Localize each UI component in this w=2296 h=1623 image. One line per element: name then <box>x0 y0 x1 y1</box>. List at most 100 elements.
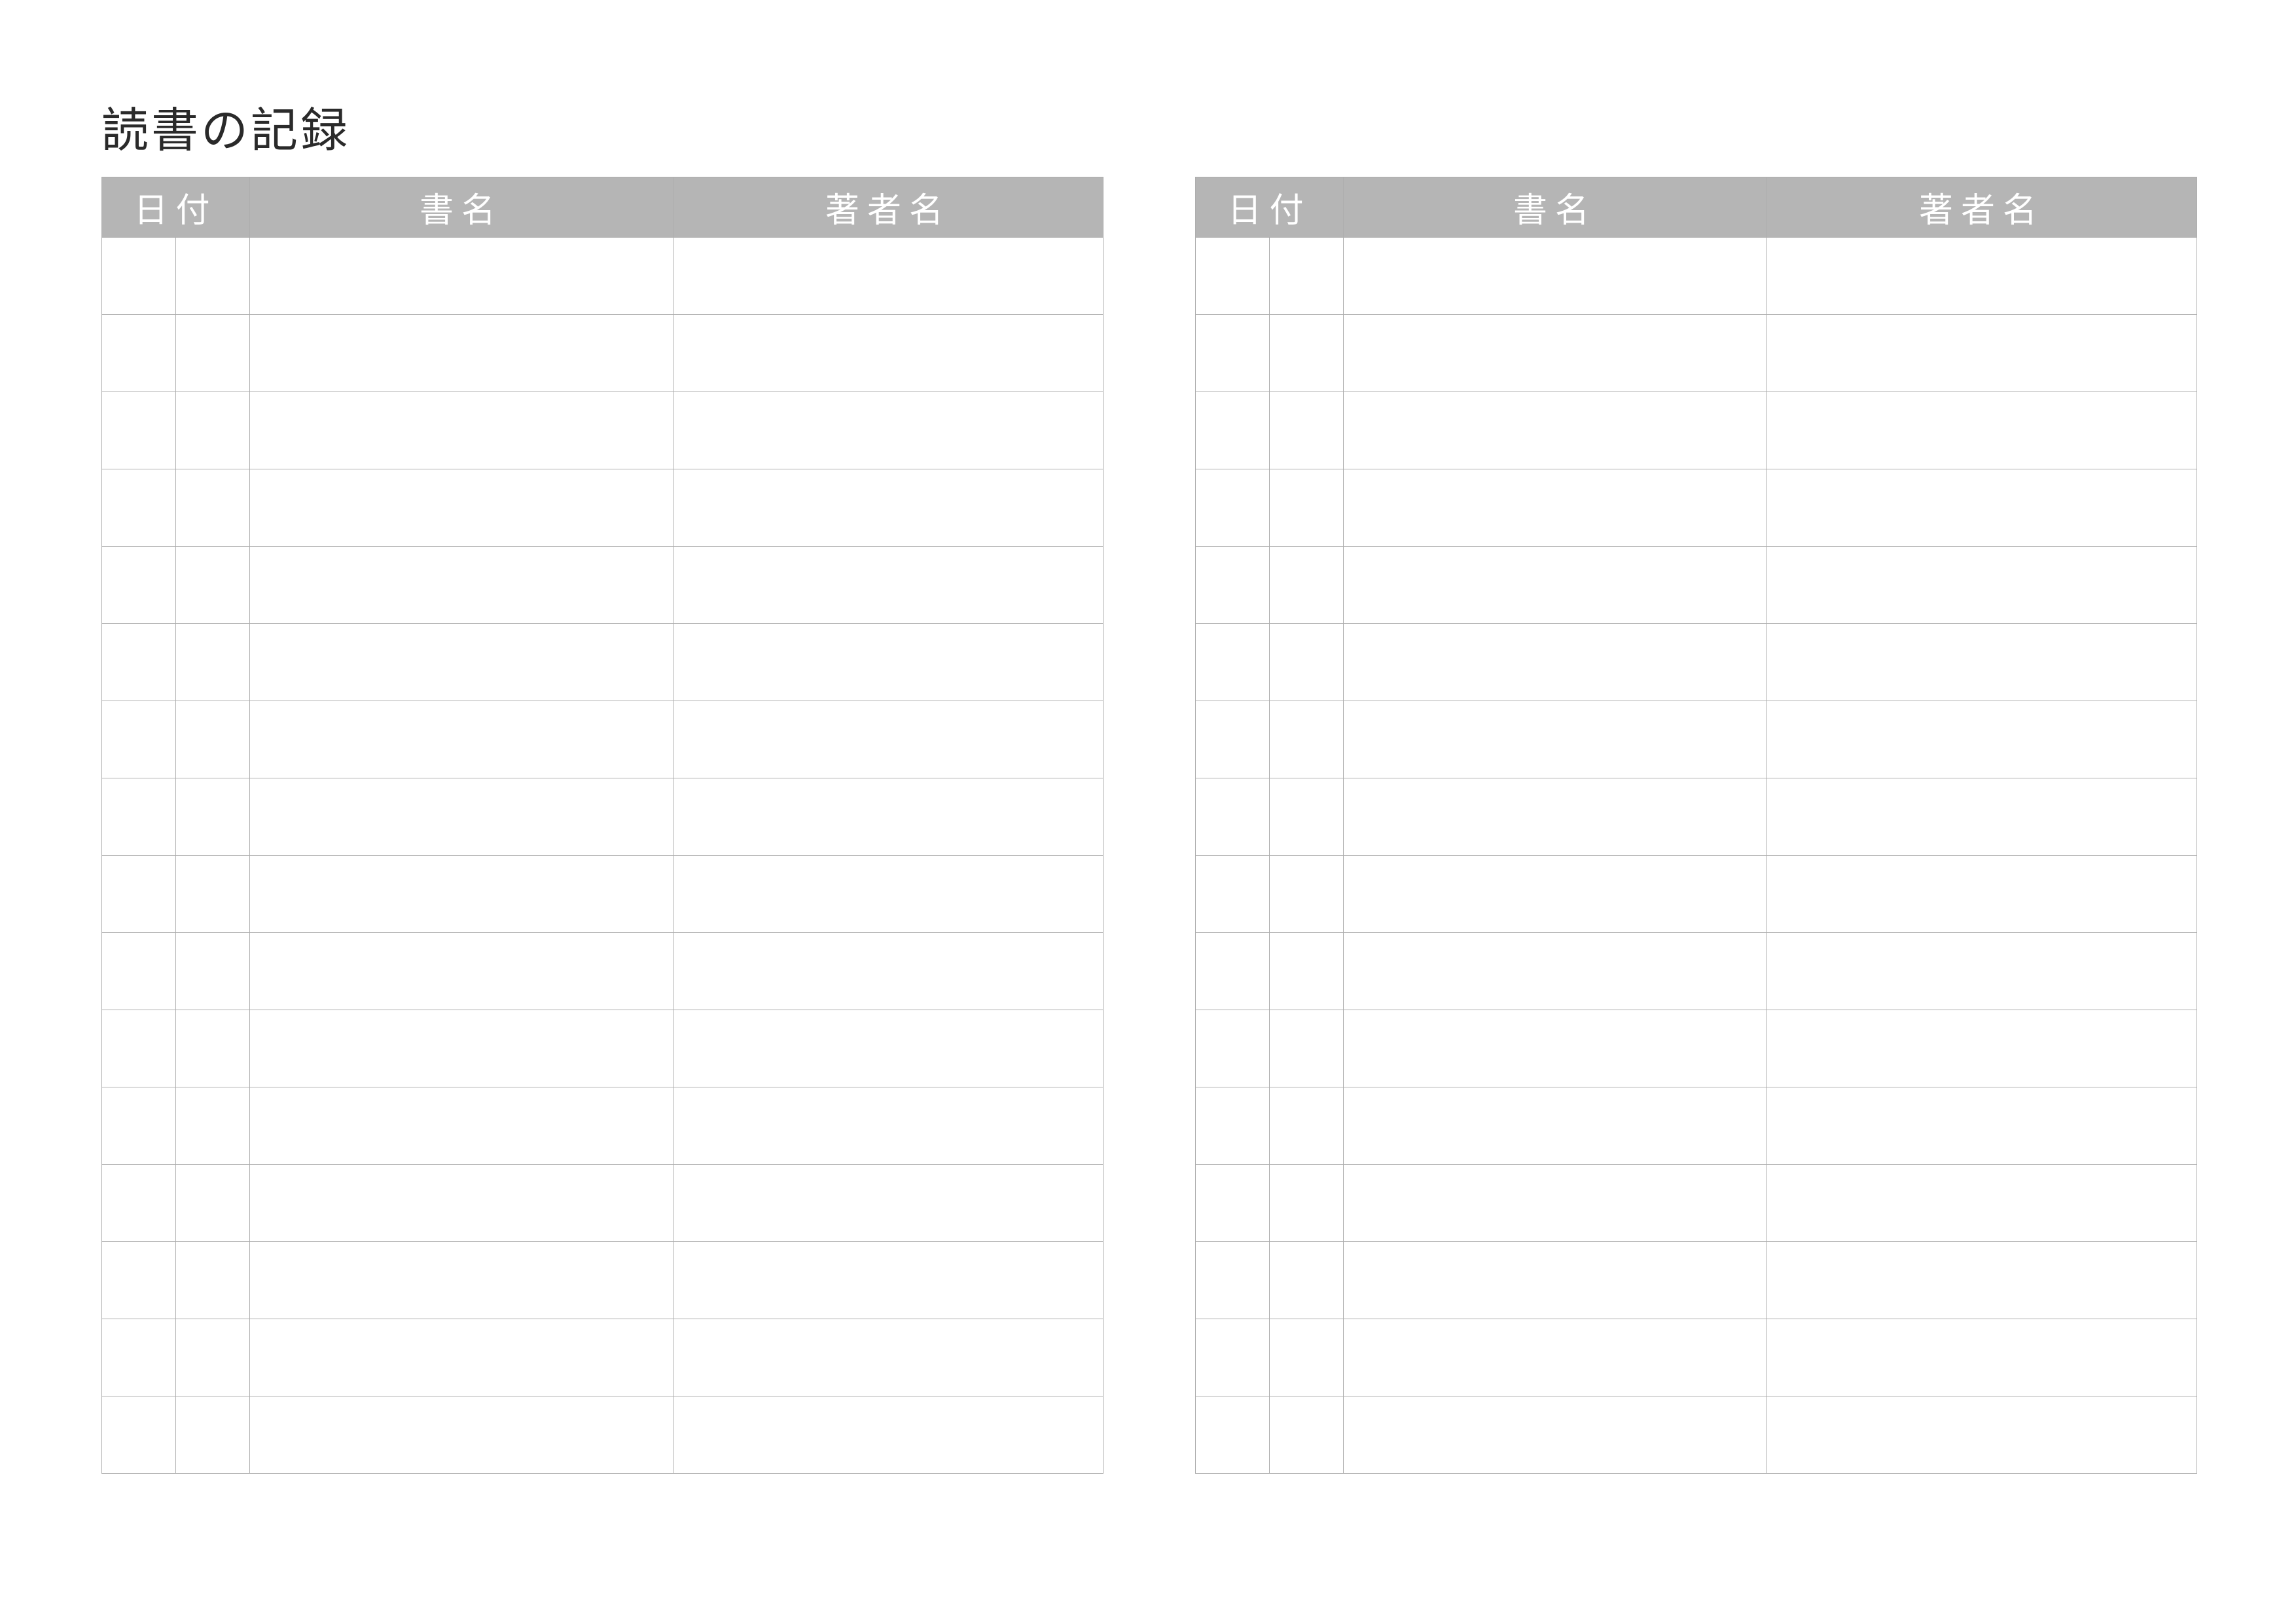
cell-author <box>673 238 1103 315</box>
cell-author <box>1767 1010 2197 1087</box>
cell-author <box>673 469 1103 547</box>
cell-date-b <box>176 392 250 469</box>
cell-date-a <box>1196 392 1270 469</box>
cell-date-a <box>102 1165 176 1242</box>
cell-author <box>1767 469 2197 547</box>
cell-title <box>1344 1319 1767 1396</box>
page-title: 読書の記録 <box>101 92 2198 160</box>
table-row <box>102 1396 1103 1474</box>
cell-title <box>1344 856 1767 933</box>
table-row <box>102 1087 1103 1165</box>
table-row <box>1196 1242 2197 1319</box>
table-row <box>102 624 1103 701</box>
cell-author <box>1767 778 2197 856</box>
cell-date-a <box>102 1396 176 1474</box>
cell-author <box>673 1010 1103 1087</box>
table-row <box>102 1010 1103 1087</box>
cell-title <box>250 701 673 778</box>
cell-date-a <box>102 624 176 701</box>
cell-author <box>673 315 1103 392</box>
cell-date-b <box>176 1242 250 1319</box>
cell-author <box>1767 701 2197 778</box>
cell-date-b <box>176 547 250 624</box>
cell-date-a <box>102 1242 176 1319</box>
cell-date-a <box>102 1010 176 1087</box>
cell-title <box>250 778 673 856</box>
cell-date-b <box>176 1010 250 1087</box>
cell-author <box>673 1319 1103 1396</box>
cell-date-a <box>1196 315 1270 392</box>
cell-author <box>673 547 1103 624</box>
cell-date-b <box>176 701 250 778</box>
cell-title <box>250 238 673 315</box>
cell-author <box>673 1165 1103 1242</box>
cell-title <box>250 1319 673 1396</box>
table-header-row: 日付 書名 著者名 <box>102 177 1103 238</box>
cell-title <box>250 392 673 469</box>
cell-date-b <box>176 856 250 933</box>
table-row <box>1196 1087 2197 1165</box>
table-row <box>102 469 1103 547</box>
cell-date-a <box>1196 856 1270 933</box>
cell-title <box>250 469 673 547</box>
tables-wrapper: 日付 書名 著者名 <box>101 177 2198 1474</box>
cell-author <box>673 856 1103 933</box>
cell-author <box>1767 392 2197 469</box>
cell-date-a <box>1196 1242 1270 1319</box>
cell-date-a <box>1196 1087 1270 1165</box>
cell-date-b <box>1270 238 1344 315</box>
cell-date-b <box>176 778 250 856</box>
cell-author <box>1767 1087 2197 1165</box>
cell-author <box>673 1087 1103 1165</box>
cell-title <box>250 1087 673 1165</box>
cell-title <box>1344 1010 1767 1087</box>
table-row <box>102 778 1103 856</box>
header-date: 日付 <box>102 177 250 238</box>
cell-date-a <box>1196 238 1270 315</box>
table-row <box>1196 701 2197 778</box>
cell-date-a <box>102 547 176 624</box>
cell-title <box>1344 238 1767 315</box>
cell-date-a <box>1196 1319 1270 1396</box>
cell-title <box>250 1396 673 1474</box>
cell-date-a <box>102 315 176 392</box>
cell-date-a <box>102 392 176 469</box>
cell-date-a <box>102 856 176 933</box>
cell-date-b <box>1270 1165 1344 1242</box>
header-date: 日付 <box>1196 177 1344 238</box>
cell-author <box>1767 856 2197 933</box>
cell-date-b <box>176 1319 250 1396</box>
table-row <box>1196 392 2197 469</box>
table-row <box>102 238 1103 315</box>
cell-date-b <box>176 933 250 1010</box>
cell-author <box>673 1396 1103 1474</box>
cell-date-b <box>176 315 250 392</box>
cell-author <box>1767 933 2197 1010</box>
cell-title <box>1344 392 1767 469</box>
cell-date-a <box>1196 469 1270 547</box>
cell-date-b <box>1270 1242 1344 1319</box>
cell-date-b <box>176 238 250 315</box>
cell-author <box>1767 238 2197 315</box>
cell-title <box>1344 1165 1767 1242</box>
table-row <box>1196 624 2197 701</box>
cell-date-a <box>102 1087 176 1165</box>
cell-title <box>1344 1396 1767 1474</box>
cell-date-b <box>1270 1010 1344 1087</box>
cell-date-b <box>1270 701 1344 778</box>
table-row <box>1196 933 2197 1010</box>
cell-title <box>250 1165 673 1242</box>
table-row <box>1196 469 2197 547</box>
cell-title <box>1344 1242 1767 1319</box>
table-row <box>102 1242 1103 1319</box>
cell-date-b <box>176 1165 250 1242</box>
table-header-row: 日付 書名 著者名 <box>1196 177 2197 238</box>
cell-title <box>1344 1087 1767 1165</box>
cell-date-b <box>1270 392 1344 469</box>
table-row <box>102 315 1103 392</box>
cell-author <box>673 778 1103 856</box>
table-row <box>102 1319 1103 1396</box>
cell-date-a <box>1196 547 1270 624</box>
table-row <box>1196 1319 2197 1396</box>
cell-date-a <box>1196 778 1270 856</box>
